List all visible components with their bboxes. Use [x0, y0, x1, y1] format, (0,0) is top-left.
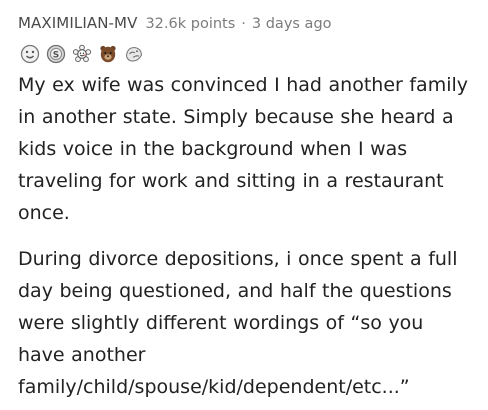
- author-username[interactable]: MAXIMILIAN-MV: [18, 12, 137, 34]
- points-count: 32.6k points: [145, 16, 236, 32]
- wholesome-award-icon[interactable]: [72, 44, 92, 64]
- hug-award-icon[interactable]: [124, 44, 144, 64]
- bear-award-icon[interactable]: [98, 44, 118, 64]
- silver-award-icon[interactable]: S: [46, 44, 66, 64]
- comment-paragraph-1: My ex wife was convinced I had another f…: [18, 74, 468, 224]
- comment-body: My ex wife was convinced I had another f…: [18, 69, 468, 403]
- comment-paragraph-2: During divorce depositions, i once spent…: [18, 248, 458, 398]
- comment: MAXIMILIAN-MV 32.6k points · 3 days ago …: [0, 0, 488, 410]
- comment-header: MAXIMILIAN-MV 32.6k points · 3 days ago: [18, 12, 468, 35]
- meta-separator: ·: [241, 16, 246, 32]
- svg-text:S: S: [53, 51, 59, 61]
- awards-row[interactable]: S: [20, 41, 468, 67]
- helpful-award-icon[interactable]: [20, 44, 40, 64]
- comment-timestamp[interactable]: 3 days ago: [252, 13, 332, 35]
